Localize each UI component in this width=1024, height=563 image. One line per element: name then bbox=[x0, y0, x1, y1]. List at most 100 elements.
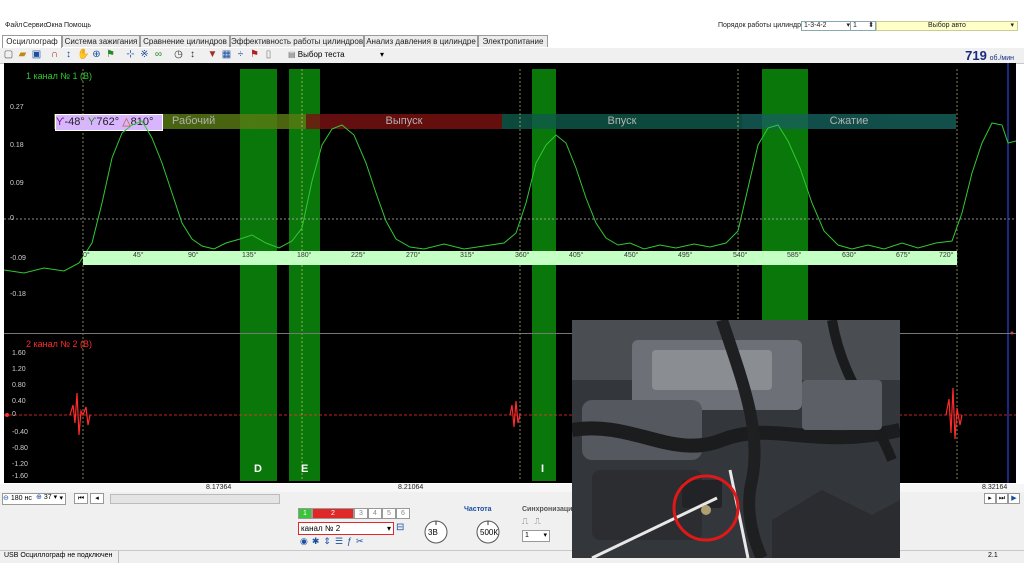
ch2-y-tick: 1.20 bbox=[12, 366, 26, 373]
menu-bar: Файл Сервис Окна Помощь Порядок работы ц… bbox=[0, 21, 1024, 34]
menu-service[interactable]: Сервис bbox=[23, 22, 47, 29]
time-scrollbar[interactable] bbox=[110, 494, 280, 504]
prev-page-button[interactable]: ◂ bbox=[90, 493, 104, 504]
tab-power-supply[interactable]: Электропитание bbox=[478, 35, 548, 47]
ch1-y-tick: 0 bbox=[10, 215, 14, 222]
scale-tick: 270° bbox=[406, 252, 421, 259]
scale-tick: 315° bbox=[460, 252, 475, 259]
next-page-button[interactable]: ▸ bbox=[984, 493, 996, 504]
scale-tick: 720° bbox=[939, 252, 954, 259]
save-icon[interactable]: ▣ bbox=[31, 49, 42, 60]
hand-icon[interactable]: ✋ bbox=[77, 49, 89, 60]
degree-icon[interactable]: ↕ bbox=[187, 49, 198, 60]
lines-icon[interactable]: ☰ bbox=[335, 536, 347, 546]
new-file-icon[interactable]: ▢ bbox=[3, 49, 14, 60]
zoom-icon[interactable]: ⊕ bbox=[91, 49, 102, 60]
ch2-spike-2 bbox=[509, 400, 521, 428]
channel-tab-2[interactable]: 2 bbox=[312, 508, 354, 519]
open-folder-icon[interactable]: ▰ bbox=[17, 49, 28, 60]
flag-icon[interactable]: ⚑ bbox=[249, 49, 260, 60]
table-icon[interactable]: ▦ bbox=[221, 49, 232, 60]
timer-icon[interactable]: ◷ bbox=[173, 49, 184, 60]
sample-spinner[interactable]: ⊕ 37 ▾ bbox=[36, 493, 68, 503]
sync-value: 1 bbox=[525, 532, 529, 539]
scale-tick: 495° bbox=[678, 252, 693, 259]
grid-icon[interactable]: ⊹ bbox=[125, 49, 136, 60]
menu-help[interactable]: Помощь bbox=[64, 22, 91, 29]
channel-select-value: канал № 2 bbox=[301, 524, 341, 533]
sync-edge-icons[interactable]: ⎍⎍ bbox=[522, 516, 547, 527]
tab-pressure-analysis[interactable]: Анализ давления в цилиндре bbox=[364, 35, 478, 47]
band-label-i: I bbox=[541, 463, 545, 475]
scale-tick: 630° bbox=[842, 252, 857, 259]
divide-icon[interactable]: ÷ bbox=[235, 49, 246, 60]
frequency-knob-value: 500К bbox=[480, 528, 499, 537]
menu-file[interactable]: Файл bbox=[5, 22, 22, 29]
select-car-button[interactable]: Выбор авто ▾ bbox=[876, 21, 1018, 31]
filter-icon[interactable]: ▼ bbox=[207, 49, 218, 60]
firing-order-select[interactable]: 1-3-4-2 ▾ bbox=[801, 21, 853, 31]
degree-scale: 0° 45° 90° 135° 180° 225° 270° 315° 360°… bbox=[83, 251, 957, 265]
test-select-dropdown[interactable]: ▤ Выбор теста ▾ bbox=[288, 49, 394, 61]
scale-tick: 540° bbox=[733, 252, 748, 259]
loop-icon[interactable]: ∩ bbox=[49, 49, 60, 60]
first-page-button[interactable]: ⏮ bbox=[74, 493, 88, 504]
channel-tab-4[interactable]: 4 bbox=[368, 508, 382, 519]
cursor-icon[interactable]: ↕ bbox=[63, 49, 74, 60]
channel-tab-1[interactable]: 1 bbox=[298, 508, 312, 519]
firing-order-label: Порядок работы цилиндров: bbox=[718, 22, 811, 29]
marker-icon[interactable]: ⚑ bbox=[105, 49, 116, 60]
rpm-value: 719 bbox=[965, 48, 987, 63]
ch2-y-tick: 0.80 bbox=[12, 382, 26, 389]
ch2-y-tick: 0 bbox=[12, 411, 16, 418]
channel-tab-6[interactable]: 6 bbox=[396, 508, 410, 519]
channel-select[interactable]: канал № 2 ▾ bbox=[298, 522, 394, 535]
cylinder-spinner[interactable]: 1 ⬍ bbox=[850, 21, 876, 31]
scale-tick: 45° bbox=[133, 252, 144, 259]
last-page-button[interactable]: ⏭ bbox=[996, 493, 1008, 504]
channel-tab-3[interactable]: 3 bbox=[354, 508, 368, 519]
frequency-title: Частота bbox=[464, 506, 492, 513]
pattern-icon[interactable]: ※ bbox=[139, 49, 150, 60]
ch1-y-tick: 0.09 bbox=[10, 180, 24, 187]
ch2-y-tick: -0.80 bbox=[12, 445, 28, 452]
falling-edge-icon[interactable]: ⎍ bbox=[534, 516, 546, 526]
filter-settings-icon[interactable]: ✱ bbox=[312, 536, 324, 546]
rpm-unit: об./мин bbox=[989, 55, 1014, 62]
sample-value: 37 bbox=[43, 494, 52, 501]
scale-tick: 180° bbox=[297, 252, 312, 259]
tab-ignition[interactable]: Система зажигания bbox=[62, 35, 140, 47]
rising-edge-icon[interactable]: ⎍ bbox=[522, 516, 534, 526]
tab-cylinder-efficiency[interactable]: Эффективность работы цилиндров bbox=[230, 35, 364, 47]
ch1-y-tick: 0.27 bbox=[10, 104, 24, 111]
firing-order-value: 1-3-4-2 bbox=[804, 22, 827, 29]
tab-cylinder-compare[interactable]: Сравнение цилиндров bbox=[140, 35, 230, 47]
invert-icon[interactable]: ⇕ bbox=[323, 536, 335, 546]
rpm-readout: 719 об./мин bbox=[965, 48, 1014, 63]
scale-tick: 585° bbox=[787, 252, 802, 259]
menu-windows[interactable]: Окна bbox=[46, 22, 62, 29]
channel-tab-5[interactable]: 5 bbox=[382, 508, 396, 519]
sync-select[interactable]: 1 ▾ bbox=[522, 530, 550, 542]
eye-icon[interactable]: ◉ bbox=[300, 536, 312, 546]
time-icon: ⊖ bbox=[3, 495, 9, 502]
voltage-knob-value: 3В bbox=[428, 528, 438, 537]
test-icon: ▤ bbox=[288, 50, 296, 59]
chain-icon[interactable]: ∞ bbox=[153, 49, 164, 60]
test-select-label: Выбор теста bbox=[297, 50, 345, 59]
scale-tick: 450° bbox=[624, 252, 639, 259]
page-icon[interactable]: ▯ bbox=[263, 49, 274, 60]
toolbar: ▢ ▰ ▣ ∩ ↕ ✋ ⊕ ⚑ ⊹ ※ ∞ ◷ ↕ ▼ ▦ ÷ ⚑ ▯ ▤ Вы… bbox=[0, 48, 1024, 64]
band-label-d: D bbox=[254, 463, 262, 475]
sample-icon: ⊕ bbox=[36, 494, 42, 501]
chevron-down-icon: ▾ bbox=[1010, 22, 1014, 29]
channel-settings-icon[interactable]: ⊟ bbox=[396, 522, 404, 533]
function-icon[interactable]: ƒ bbox=[347, 536, 356, 546]
play-button[interactable]: ▶ bbox=[1008, 493, 1020, 504]
engine-photo bbox=[572, 320, 900, 558]
chevron-down-icon: ▾ bbox=[543, 532, 547, 539]
tab-oscilloscope[interactable]: Осциллограф bbox=[2, 35, 62, 48]
chevron-down-icon: ▾ bbox=[380, 50, 385, 59]
time-per-div-value: 180 нс bbox=[10, 495, 32, 502]
tools-icon[interactable]: ✂ bbox=[356, 536, 368, 546]
